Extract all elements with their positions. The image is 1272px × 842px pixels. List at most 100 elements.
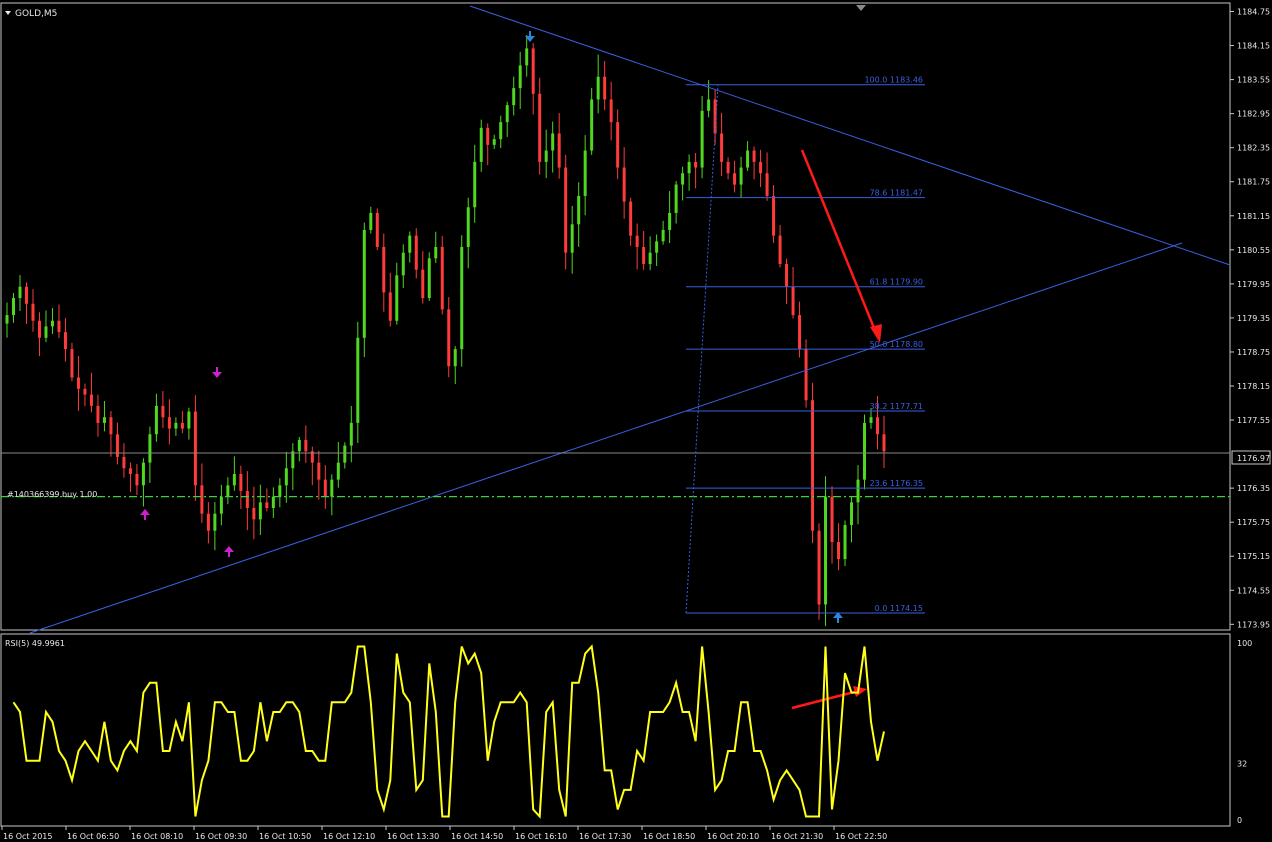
candle-body: [31, 303, 35, 321]
rsi-tick-label: 100: [1237, 639, 1252, 648]
candle: [687, 154, 691, 191]
candle-body: [746, 150, 750, 168]
candle-body: [388, 292, 392, 321]
candle: [739, 156, 743, 198]
red-trend-arrow-icon[interactable]: [800, 149, 882, 343]
candle: [317, 450, 321, 500]
candle-body: [44, 326, 48, 338]
candle: [63, 318, 67, 362]
time-tick-label: 16 Oct 13:30: [387, 832, 439, 841]
candle: [603, 60, 607, 111]
candle: [284, 451, 288, 503]
fib-level-label: 61.8 1179.90: [870, 278, 923, 287]
candle: [232, 456, 236, 491]
candle-body: [148, 434, 152, 463]
red-rsi-arrow-icon[interactable]: [791, 686, 867, 710]
price-tick-label: 1182.35: [1237, 144, 1270, 153]
candle-body: [102, 417, 106, 423]
candle: [447, 297, 451, 378]
candle-body: [635, 235, 639, 247]
candle-body: [557, 133, 561, 168]
candle: [161, 391, 165, 429]
candle: [24, 282, 28, 325]
rsi-line[interactable]: [12, 644, 885, 819]
candle: [538, 77, 542, 175]
candle-body: [57, 320, 61, 333]
resistance-trendline[interactable]: [469, 5, 1231, 266]
candle: [440, 236, 444, 315]
candle-body: [434, 246, 438, 259]
candle: [830, 486, 834, 564]
symbol-dropdown-icon[interactable]: [5, 11, 11, 15]
candle-body: [583, 150, 587, 196]
fib-level-label: 100.0 1183.46: [864, 76, 923, 85]
candle: [187, 407, 191, 440]
candle-body: [512, 88, 516, 106]
candle: [109, 410, 113, 457]
time-tick-label: 16 Oct 17:30: [579, 832, 631, 841]
candle-body: [882, 434, 886, 452]
candle-body: [128, 468, 132, 474]
price-tick-label: 1175.75: [1237, 518, 1270, 527]
order-label[interactable]: #140366399 buy 1.00: [7, 490, 97, 499]
candle-body: [707, 99, 711, 111]
time-tick-label: 16 Oct 14:50: [451, 832, 503, 841]
candle-body: [752, 150, 756, 162]
support-trendline[interactable]: [29, 242, 1183, 634]
candle-body: [479, 127, 483, 162]
candle-body: [239, 473, 243, 491]
candle-body: [89, 394, 93, 406]
candle: [824, 476, 828, 627]
price-tick-label: 1179.95: [1237, 280, 1270, 289]
candle: [700, 96, 704, 179]
candle-body: [447, 309, 451, 367]
candle-body: [37, 320, 41, 338]
candle: [564, 154, 568, 270]
fractal-down-icon: [212, 367, 222, 378]
candle-body: [5, 315, 9, 324]
candle: [414, 228, 418, 279]
candle: [512, 76, 516, 116]
candle: [616, 109, 620, 180]
candle-body: [668, 212, 672, 230]
arrow-shaft: [791, 689, 859, 710]
candle: [271, 487, 275, 518]
price-tick-label: 1181.15: [1237, 212, 1270, 221]
candle: [70, 342, 74, 382]
trading-chart[interactable]: GOLD,M5 100.0 1183.46 78.6 1181.47 61.8 11…: [0, 0, 1272, 842]
candle-body: [252, 508, 256, 520]
price-tick-label: 1175.15: [1237, 552, 1270, 561]
candle: [252, 486, 256, 540]
candle-body: [798, 315, 802, 350]
candle: [115, 422, 119, 465]
candle-body: [505, 105, 509, 123]
candle: [856, 465, 860, 525]
fib-level-label: 78.6 1181.47: [870, 189, 923, 198]
candle-body: [648, 252, 652, 265]
candle: [76, 356, 80, 411]
candle-body: [317, 462, 321, 480]
candle: [213, 502, 217, 551]
candle: [577, 182, 581, 247]
time-tick-label: 16 Oct 09:30: [195, 832, 247, 841]
candle-body: [785, 264, 789, 287]
candle-body: [258, 502, 262, 520]
candle-body: [551, 133, 555, 151]
candle: [551, 121, 555, 173]
candle-body: [83, 388, 87, 395]
candle-body: [70, 349, 74, 378]
candle-body: [876, 417, 880, 435]
price-pane-frame: [0, 2, 1231, 631]
candle-body: [596, 76, 600, 100]
candle: [37, 312, 41, 357]
candle: [759, 149, 763, 188]
candle-body: [622, 167, 626, 202]
candle-body: [63, 332, 67, 350]
candle: [122, 443, 126, 478]
candle: [609, 81, 613, 141]
rsi-layer: [12, 644, 885, 819]
candle-body: [577, 195, 581, 225]
chart-shift-marker-icon[interactable]: [856, 5, 866, 11]
candle-body: [50, 320, 54, 327]
candle-body: [440, 246, 444, 310]
